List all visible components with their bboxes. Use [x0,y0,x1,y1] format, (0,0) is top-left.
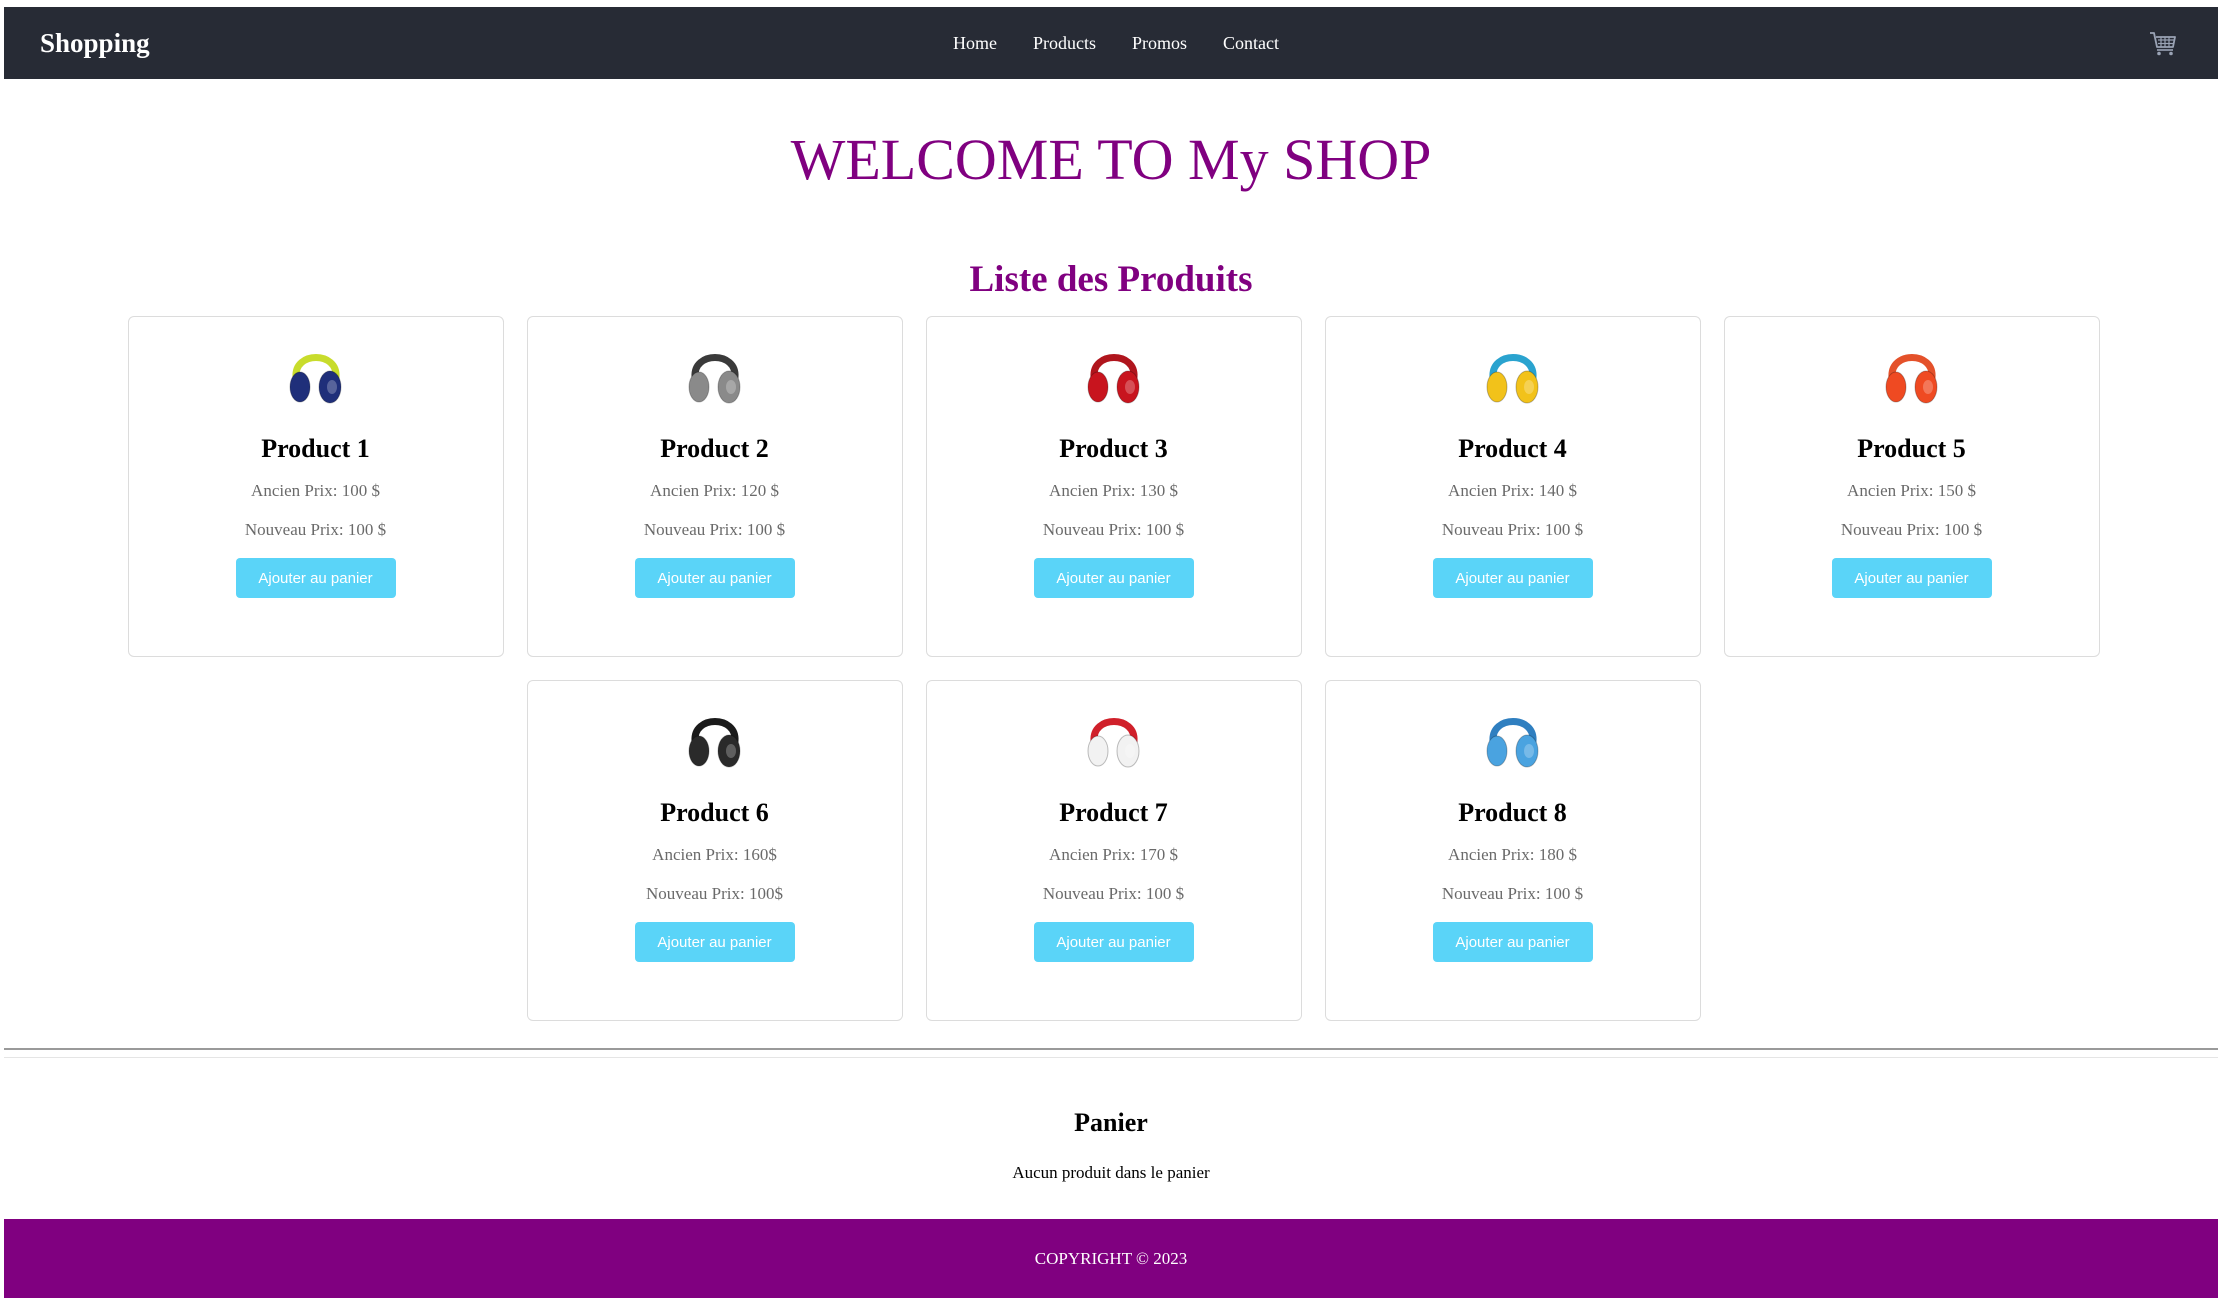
copyright-text: COPYRIGHT © 2023 [1034,1248,1188,1268]
product-card: Product 4 Ancien Prix: 140 $ Nouveau Prix:… [1324,316,1701,657]
cart-title: Panier [1074,1108,1148,1137]
new-price: Nouveau Prix: 100$ [646,884,783,903]
add-to-cart-button[interactable]: Ajouter au panier [1033,922,1194,962]
divider [4,1048,2218,1050]
old-price: Ancien Prix: 130 $ [1049,481,1178,500]
headphones-icon [1087,718,1139,768]
nav-link-home[interactable]: Home [953,33,997,54]
products-section-title: Liste des Produits [969,259,1253,300]
new-price: Nouveau Prix: 100 $ [244,520,387,539]
headphones-icon [1486,718,1538,768]
new-price: Nouveau Prix: 100 $ [643,520,786,539]
product-name: Product 7 [1059,798,1168,827]
product-card: Product 8 Ancien Prix: 180 $ Nouveau Prix:… [1324,680,1701,1021]
product-name: Product 8 [1458,798,1567,827]
product-card: Product 2 Ancien Prix: 120 $ Nouveau Prix:… [526,316,903,657]
divider [4,1057,2218,1058]
old-price: Ancien Prix: 150 $ [1847,481,1976,500]
old-price: Ancien Prix: 170 $ [1049,845,1178,864]
nav-link-promos[interactable]: Promos [1132,33,1187,54]
product-name: Product 2 [660,434,769,463]
nav-link-contact[interactable]: Contact [1223,33,1279,54]
welcome-title: WELCOME TO My SHOP [790,127,1432,192]
old-price: Ancien Prix: 180 $ [1448,845,1577,864]
cart-empty-message: Aucun produit dans le panier [1012,1163,1210,1182]
headphones-icon [688,718,740,768]
page: Shopping Home Products Promos Contact WE… [4,7,2218,1298]
headphones-icon [1087,354,1139,404]
headphones-icon [289,354,341,404]
product-name: Product 5 [1857,434,1966,463]
footer: COPYRIGHT © 2023 [4,1219,2218,1298]
old-price: Ancien Prix: 140 $ [1448,481,1577,500]
product-name: Product 4 [1458,434,1567,463]
add-to-cart-button[interactable]: Ajouter au panier [235,558,396,598]
nav-links: Home Products Promos Contact [4,7,2218,79]
headphones-icon [688,354,740,404]
add-to-cart-button[interactable]: Ajouter au panier [1831,558,1992,598]
product-name: Product 1 [261,434,370,463]
product-card: Product 5 Ancien Prix: 150 $ Nouveau Prix:… [1723,316,2100,657]
add-to-cart-button[interactable]: Ajouter au panier [1432,922,1593,962]
add-to-cart-button[interactable]: Ajouter au panier [634,558,795,598]
headphones-icon [1486,354,1538,404]
add-to-cart-button[interactable]: Ajouter au panier [634,922,795,962]
headphones-icon [1885,354,1937,404]
old-price: Ancien Prix: 120 $ [650,481,779,500]
old-price: Ancien Prix: 160$ [652,845,777,864]
new-price: Nouveau Prix: 100 $ [1441,884,1584,903]
product-card: Product 1 Ancien Prix: 100 $ Nouveau Prix:… [127,316,504,657]
product-name: Product 6 [660,798,769,827]
old-price: Ancien Prix: 100 $ [251,481,380,500]
product-card: Product 7 Ancien Prix: 170 $ Nouveau Prix:… [925,680,1302,1021]
product-card: Product 3 Ancien Prix: 130 $ Nouveau Prix:… [925,316,1302,657]
nav-link-products[interactable]: Products [1033,33,1096,54]
new-price: Nouveau Prix: 100 $ [1840,520,1983,539]
add-to-cart-button[interactable]: Ajouter au panier [1033,558,1194,598]
add-to-cart-button[interactable]: Ajouter au panier [1432,558,1593,598]
product-card: Product 6 Ancien Prix: 160$ Nouveau Prix: … [526,680,903,1021]
new-price: Nouveau Prix: 100 $ [1042,884,1185,903]
new-price: Nouveau Prix: 100 $ [1042,520,1185,539]
product-name: Product 3 [1059,434,1168,463]
product-grid: Product 1 Ancien Prix: 100 $ Nouveau Prix:… [121,316,2106,1021]
new-price: Nouveau Prix: 100 $ [1441,520,1584,539]
shopping-cart-icon[interactable] [2148,29,2178,57]
top-navbar: Shopping Home Products Promos Contact [4,7,2218,79]
